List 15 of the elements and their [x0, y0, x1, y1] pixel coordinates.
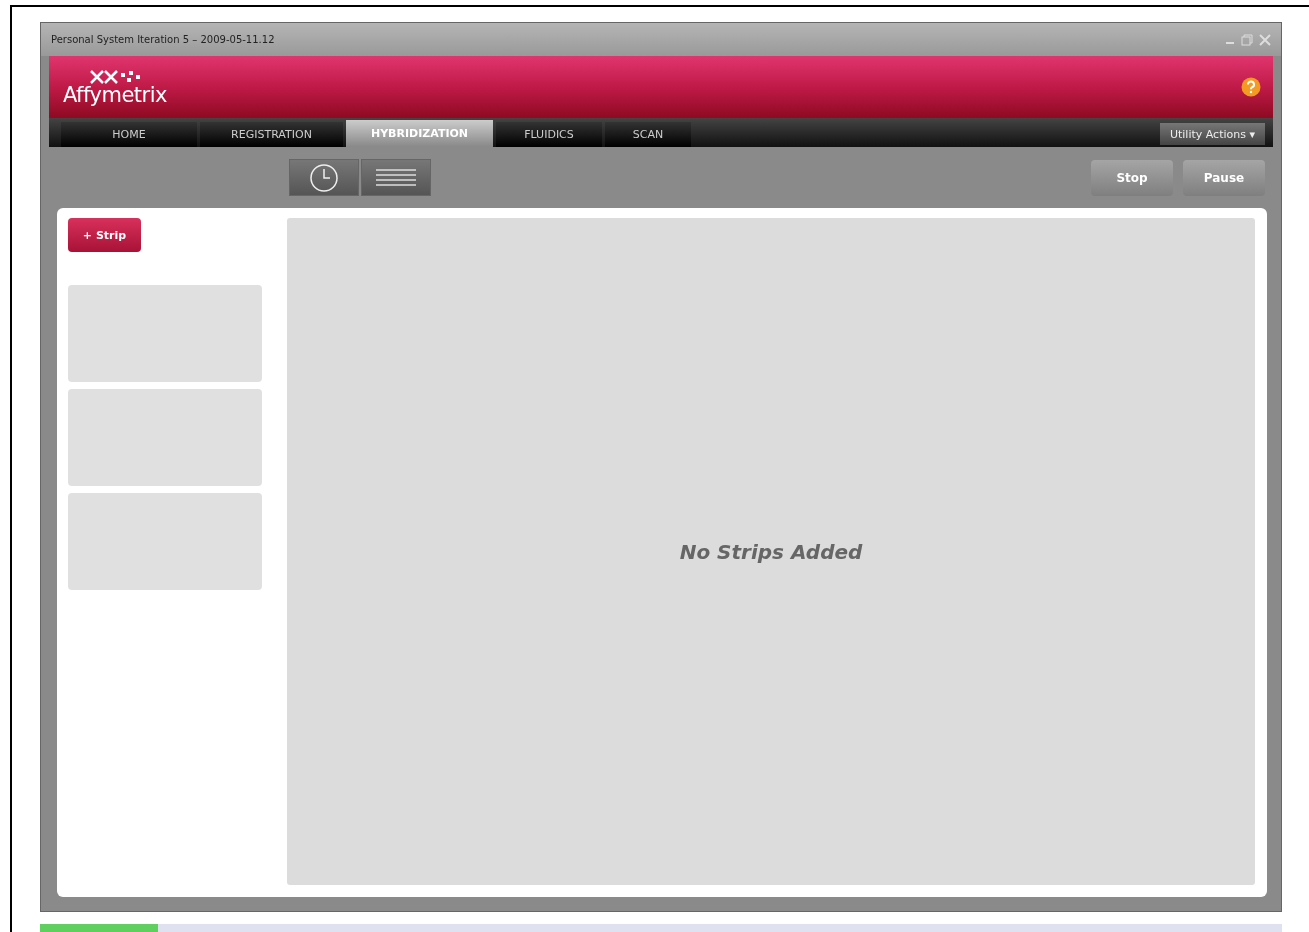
- toolbar-button[interactable]: Stop: [1091, 159, 1173, 196]
- utility-actions-menu[interactable]: Utility Actions ▾: [1159, 123, 1265, 145]
- empty-message: No Strips Added: [679, 539, 863, 564]
- nav-tab[interactable]: FLUIDICS: [496, 122, 602, 147]
- help-icon[interactable]: [1241, 77, 1261, 97]
- nav-tab[interactable]: HOME: [61, 122, 197, 147]
- list-view-button[interactable]: [361, 159, 431, 196]
- clock-view-button[interactable]: [289, 159, 359, 196]
- clock-icon: [308, 161, 340, 194]
- window-title: Personal System Iteration 5 – 2009-05-11.12: [51, 34, 276, 45]
- nav-tab[interactable]: REGISTRATION: [200, 122, 343, 147]
- nav-tab[interactable]: SCAN: [605, 122, 691, 147]
- add-strip-button[interactable]: + Strip: [68, 218, 141, 252]
- logo-text: Affymetrix: [63, 84, 167, 106]
- toolbar-button[interactable]: Pause: [1183, 159, 1265, 196]
